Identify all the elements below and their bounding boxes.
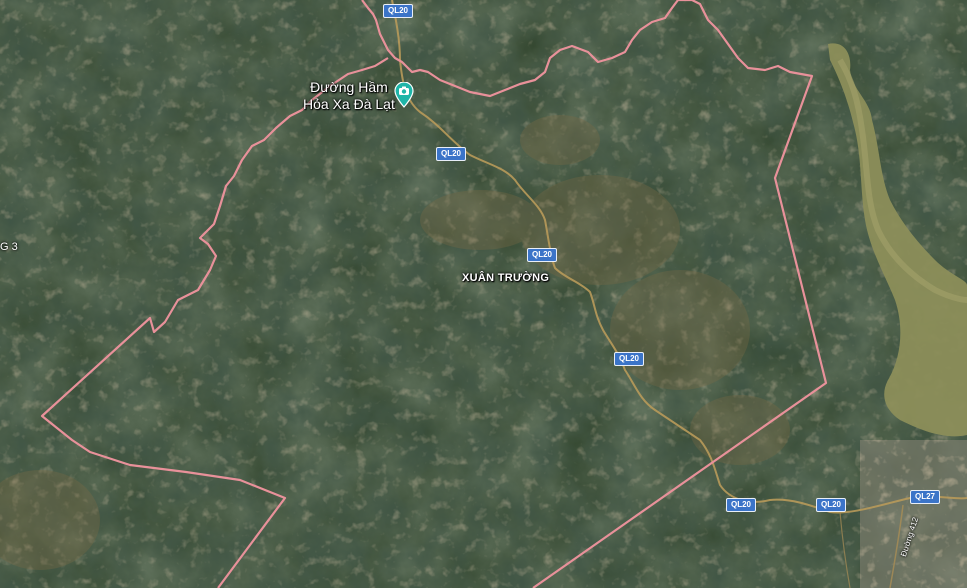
route-shield-ql20: QL20 [614,352,645,366]
route-shield-ql20: QL20 [527,248,558,262]
poi-label-line1: Đường Hầm [310,79,388,95]
route-shield-ql20: QL20 [816,498,847,512]
route-shield-ql27: QL27 [910,490,941,504]
poi-label-line2: Hỏa Xa Đà Lạt [303,96,395,112]
camera-pin-icon[interactable] [394,82,414,108]
poi-label[interactable]: Đường Hầm Hỏa Xa Đà Lạt [303,79,395,113]
route-shield-ql20: QL20 [726,498,757,512]
map-view[interactable]: QL20 QL20 QL20 QL20 QL20 QL20 QL27 Đường… [0,0,967,588]
place-label-xuan-truong: XUÂN TRƯỜNG [462,272,550,284]
route-shield-ql20: QL20 [436,147,467,161]
route-shield-ql20: QL20 [383,4,414,18]
edge-road-label: G 3 [0,241,18,253]
